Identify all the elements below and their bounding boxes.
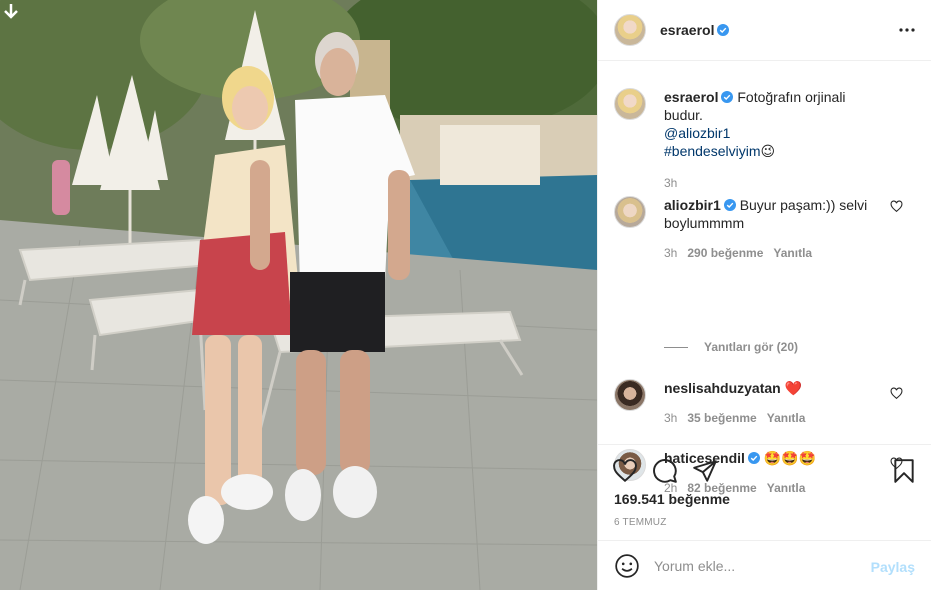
caption-time[interactable]: 3h — [664, 174, 677, 192]
header-username[interactable]: esraerol — [660, 22, 714, 38]
avatar[interactable] — [614, 379, 646, 411]
photo-image — [0, 0, 597, 590]
comment-input[interactable] — [654, 557, 864, 574]
post-side-panel: esraerol esraerol Fotoğrafın orjinali bu… — [597, 0, 931, 590]
share-icon[interactable] — [692, 458, 718, 484]
heart-icon[interactable] — [612, 458, 638, 484]
post-actions — [598, 446, 931, 496]
caption: esraerol Fotoğrafın orjinali budur. @ali… — [614, 88, 915, 192]
verified-badge-icon — [717, 24, 730, 36]
avatar[interactable] — [614, 14, 646, 46]
comment-text: ❤️ — [784, 380, 803, 396]
bookmark-icon[interactable] — [891, 458, 917, 484]
comment-item: aliozbir1 Buyur paşam:)) selvi boylummmm… — [614, 196, 915, 262]
caption-username[interactable]: esraerol — [664, 89, 718, 105]
view-replies-label: Yanıtları gör (20) — [704, 340, 799, 354]
post-photo[interactable] — [0, 0, 597, 590]
add-comment-bar: Paylaş — [598, 540, 931, 590]
reply-button[interactable]: Yanıtla — [773, 244, 812, 262]
download-arrow-icon[interactable] — [2, 2, 20, 20]
avatar[interactable] — [614, 196, 646, 228]
comment-icon[interactable] — [652, 458, 678, 484]
view-replies-button[interactable]: Yanıtları gör (20) — [664, 340, 798, 354]
reply-button[interactable]: Yanıtla — [767, 409, 806, 427]
more-options-icon[interactable] — [897, 20, 917, 40]
verified-badge-icon — [723, 199, 736, 211]
comment-likes[interactable]: 290 beğenme — [687, 244, 763, 262]
likes-count[interactable]: 169.541 beğenme — [614, 491, 730, 507]
caption-hashtag-link[interactable]: #bendeselviyim — [664, 143, 761, 159]
comment-username[interactable]: aliozbir1 — [664, 197, 721, 213]
caption-emoji: 😉 — [760, 143, 776, 159]
post-date[interactable]: 6 TEMMUZ — [614, 517, 667, 528]
caption-mention-link[interactable]: @aliozbir1 — [664, 125, 730, 141]
verified-badge-icon — [721, 91, 734, 103]
post-comment-button[interactable]: Paylaş — [871, 559, 915, 575]
replies-divider — [664, 346, 688, 348]
heart-icon[interactable] — [890, 200, 903, 213]
comment-likes[interactable]: 35 beğenme — [687, 409, 756, 427]
avatar[interactable] — [614, 88, 646, 120]
comments-list[interactable]: esraerol Fotoğrafın orjinali budur. @ali… — [598, 61, 931, 495]
comment-time[interactable]: 3h — [664, 409, 677, 427]
comment-item: neslisahduzyatan ❤️ 3h 35 beğenme Yanıtl… — [614, 379, 915, 427]
post-header: esraerol — [598, 0, 931, 61]
heart-icon[interactable] — [890, 387, 903, 400]
comment-username[interactable]: neslisahduzyatan — [664, 380, 781, 396]
comment-time[interactable]: 3h — [664, 244, 677, 262]
emoji-icon[interactable] — [614, 553, 640, 579]
